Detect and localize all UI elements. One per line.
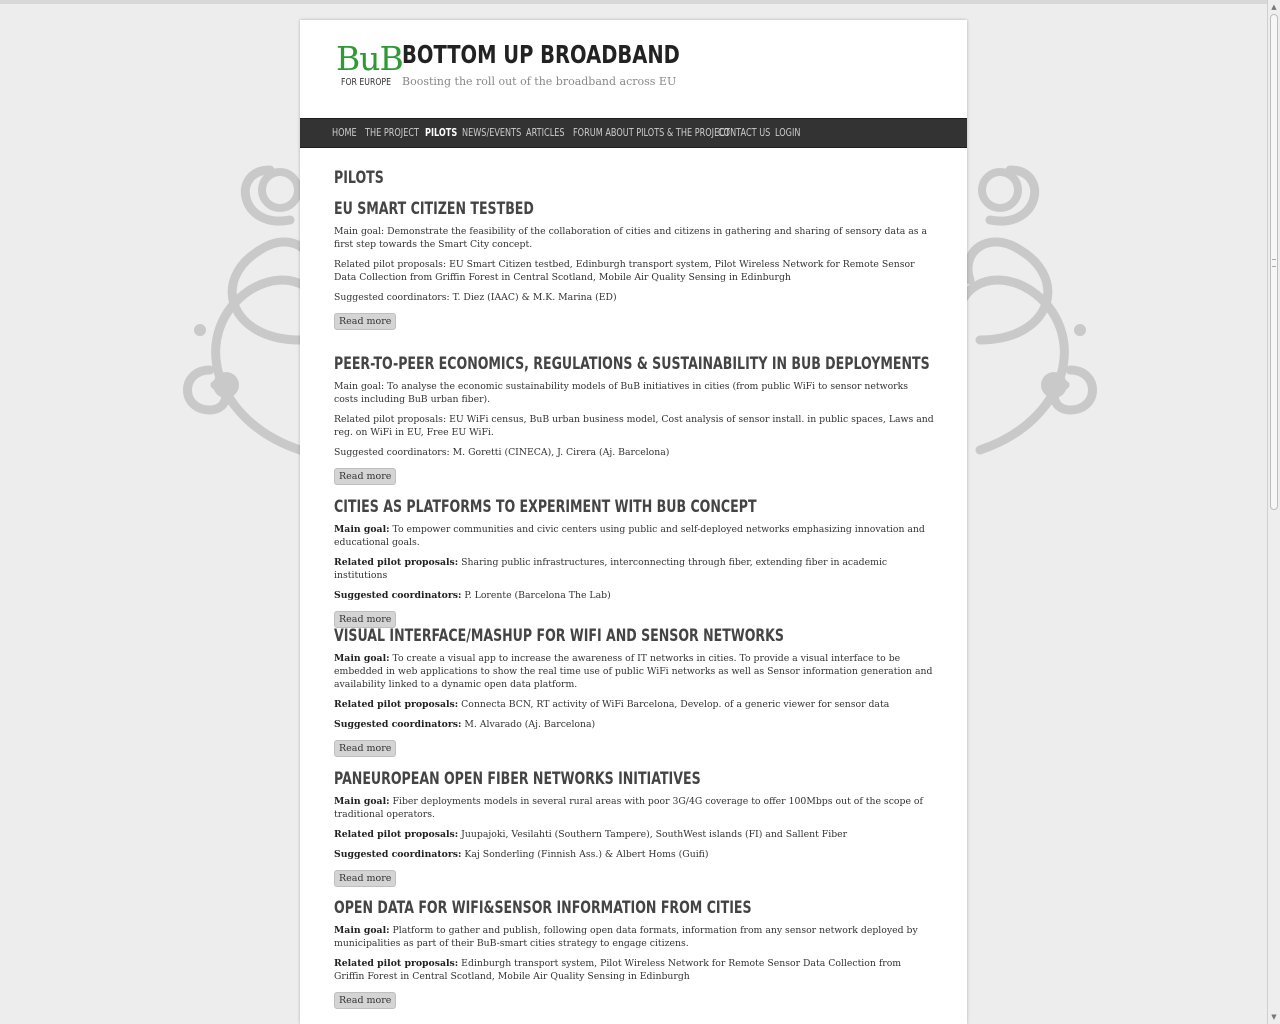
coordinators-label: Suggested coordinators:	[334, 590, 462, 601]
pilot-proposals: Related pilot proposals: Connecta BCN, R…	[334, 698, 934, 711]
goal-text: Platform to gather and publish, followin…	[334, 925, 918, 949]
logo-text: BuB	[336, 39, 404, 78]
pilot-main-goal: Main goal: Fiber deployments models in s…	[334, 795, 934, 821]
read-more-button[interactable]: Read more	[334, 468, 397, 485]
pilot-coordinators: Suggested coordinators: M. Alvarado (Aj.…	[334, 718, 934, 731]
pilot-coordinators: Suggested coordinators: M. Goretti (CINE…	[334, 446, 934, 459]
goal-text: To create a visual app to increase the a…	[334, 653, 933, 690]
pilot-main-goal: Main goal: Demonstrate the feasibility o…	[334, 225, 934, 251]
coordinators-text: T. Diez (IAAC) & M.K. Marina (ED)	[452, 292, 617, 303]
pilot-proposals: Related pilot proposals: Sharing public …	[334, 556, 934, 582]
pilot-proposals: Related pilot proposals: EU Smart Citize…	[334, 258, 934, 284]
pilot-proposals: Related pilot proposals: Juupajoki, Vesi…	[334, 828, 934, 841]
nav-forum[interactable]: Forum about pilots & the project	[573, 126, 730, 139]
coordinators-text: M. Alvarado (Aj. Barcelona)	[464, 719, 596, 730]
pilot-proposals: Related pilot proposals: EU WiFi census,…	[334, 413, 934, 439]
pilot-coordinators: Suggested coordinators: Kaj Sonderling (…	[334, 848, 934, 861]
goal-label: Main goal:	[334, 796, 390, 807]
scrollbar-grip-icon	[1272, 259, 1276, 267]
goal-text: Demonstrate the feasibility of the colla…	[334, 226, 928, 250]
pilot-main-goal: Main goal: Platform to gather and publis…	[334, 924, 934, 950]
pilot-item: VISUAL INTERFACE/MASHUP FOR WIFI AND SEN…	[334, 625, 934, 757]
pilot-main-goal: Main goal: To empower communities and ci…	[334, 523, 934, 549]
goal-label: Main goal:	[334, 925, 390, 936]
coordinators-text: M. Goretti (CINECA), J. Cirera (Aj. Barc…	[452, 447, 670, 458]
site-logo[interactable]: BuB FOR EUROPE	[336, 39, 404, 89]
pilot-item: PANEUROPEAN OPEN FIBER NETWORKS INITIATI…	[334, 768, 934, 887]
pilot-title[interactable]: PEER-TO-PEER ECONOMICS, REGULATIONS & SU…	[334, 353, 930, 375]
vertical-scrollbar[interactable]: ▲ ▼	[1267, 0, 1280, 1024]
goal-text: To empower communities and civic centers…	[334, 524, 925, 548]
pilot-main-goal: Main goal: To create a visual app to inc…	[334, 652, 934, 691]
logo-subtext: FOR EUROPE	[341, 77, 391, 88]
nav-pilots[interactable]: Pilots	[425, 126, 457, 139]
proposals-label: Related pilot proposals:	[334, 958, 459, 969]
browser-top-edge	[0, 0, 1280, 4]
pilot-proposals: Related pilot proposals: Edinburgh trans…	[334, 957, 934, 983]
pilot-title[interactable]: VISUAL INTERFACE/MASHUP FOR WIFI AND SEN…	[334, 625, 784, 647]
pilot-coordinators: Suggested coordinators: P. Lorente (Barc…	[334, 589, 934, 602]
proposals-text: Juupajoki, Vesilahti (Southern Tampere),…	[461, 829, 848, 840]
nav-contact-us[interactable]: Contact us	[718, 126, 770, 139]
pilot-title[interactable]: PANEUROPEAN OPEN FIBER NETWORKS INITIATI…	[334, 768, 778, 790]
goal-label: Main goal:	[334, 653, 390, 664]
proposals-label: Related pilot proposals:	[334, 259, 447, 270]
coordinators-label: Suggested coordinators:	[334, 447, 450, 458]
pilot-title[interactable]: EU SMART CITIZEN TESTBED	[334, 198, 778, 220]
goal-text: To analyse the economic sustainability m…	[334, 381, 909, 405]
pilot-main-goal: Main goal: To analyse the economic susta…	[334, 380, 934, 406]
proposals-label: Related pilot proposals:	[334, 829, 459, 840]
proposals-label: Related pilot proposals:	[334, 414, 447, 425]
pilot-item: EU SMART CITIZEN TESTBED Main goal: Demo…	[334, 198, 934, 330]
coordinators-text: P. Lorente (Barcelona The Lab)	[464, 590, 611, 601]
goal-label: Main goal:	[334, 524, 390, 535]
read-more-button[interactable]: Read more	[334, 313, 397, 330]
site-tagline: Boosting the roll out of the broadband a…	[402, 75, 677, 88]
read-more-button[interactable]: Read more	[334, 740, 397, 757]
nav-home[interactable]: Home	[332, 126, 357, 139]
page-title: PILOTS	[334, 168, 384, 188]
nav-articles[interactable]: Articles	[526, 126, 565, 139]
read-more-button[interactable]: Read more	[334, 870, 397, 887]
coordinators-label: Suggested coordinators:	[334, 719, 462, 730]
nav-login[interactable]: Login	[775, 126, 800, 139]
nav-the-project[interactable]: The project	[365, 126, 419, 139]
page-container: BuB FOR EUROPE BOTTOM UP BROADBAND Boost…	[300, 20, 967, 1024]
pilot-title[interactable]: OPEN DATA FOR WIFI&SENSOR INFORMATION FR…	[334, 897, 778, 919]
pilot-title[interactable]: CITIES AS PLATFORMS TO EXPERIMENT WITH B…	[334, 496, 778, 518]
pilot-item: CITIES AS PLATFORMS TO EXPERIMENT WITH B…	[334, 496, 934, 628]
pilot-item: OPEN DATA FOR WIFI&SENSOR INFORMATION FR…	[334, 897, 934, 1009]
proposals-label: Related pilot proposals:	[334, 699, 459, 710]
pilot-coordinators: Suggested coordinators: T. Diez (IAAC) &…	[334, 291, 934, 304]
read-more-button[interactable]: Read more	[334, 992, 397, 1009]
scroll-up-arrow-icon[interactable]: ▲	[1270, 3, 1278, 11]
coordinators-text: Kaj Sonderling (Finnish Ass.) & Albert H…	[464, 849, 709, 860]
coordinators-label: Suggested coordinators:	[334, 292, 450, 303]
scrollbar-thumb[interactable]	[1270, 14, 1278, 510]
main-nav: Home The project Pilots News/Events Arti…	[300, 118, 967, 148]
goal-text: Fiber deployments models in several rura…	[334, 796, 923, 820]
goal-label: Main goal:	[334, 226, 385, 237]
proposals-label: Related pilot proposals:	[334, 557, 459, 568]
scroll-down-arrow-icon[interactable]: ▼	[1270, 1013, 1278, 1021]
proposals-text: Connecta BCN, RT activity of WiFi Barcel…	[461, 699, 890, 710]
nav-news-events[interactable]: News/Events	[462, 126, 521, 139]
pilot-item: PEER-TO-PEER ECONOMICS, REGULATIONS & SU…	[334, 353, 934, 485]
site-header: BuB FOR EUROPE BOTTOM UP BROADBAND Boost…	[300, 20, 967, 118]
coordinators-label: Suggested coordinators:	[334, 849, 462, 860]
goal-label: Main goal:	[334, 381, 385, 392]
site-title[interactable]: BOTTOM UP BROADBAND	[402, 40, 680, 69]
